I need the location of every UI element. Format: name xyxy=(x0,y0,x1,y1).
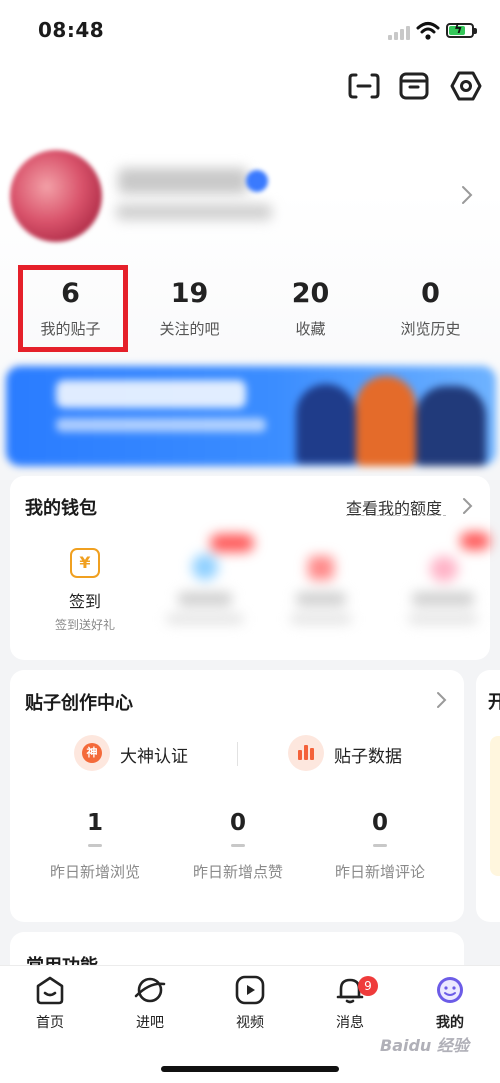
divider xyxy=(237,742,238,766)
wallet-item-checkin[interactable]: ¥ 签到 签到送好礼 xyxy=(30,548,140,633)
stat-label: 浏览历史 xyxy=(400,320,461,338)
tab-home[interactable]: 首页 xyxy=(0,974,100,1032)
video-play-icon xyxy=(235,975,265,1005)
scan-icon[interactable] xyxy=(346,68,382,104)
watermark: Baidu 经验 xyxy=(380,1036,469,1055)
creator-stat-label: 昨日新增点赞 xyxy=(192,863,283,881)
user-info-blurred xyxy=(116,204,272,220)
creator-stat-comments[interactable]: 0 昨日新增评论 xyxy=(309,810,451,882)
stat-value: 20 xyxy=(291,278,330,309)
creator-stat-label: 昨日新增评论 xyxy=(334,863,425,881)
tab-video[interactable]: 视频 xyxy=(200,974,300,1032)
highlight-box xyxy=(18,265,128,352)
chevron-right-icon[interactable] xyxy=(436,691,448,709)
creator-stat-value: 0 xyxy=(371,810,388,836)
bar-chart-icon xyxy=(288,735,324,771)
stat-favorites[interactable]: 20 收藏 xyxy=(248,262,373,339)
creator-stat-label: 昨日新增浏览 xyxy=(49,863,140,881)
wallet-item-blurred[interactable] xyxy=(390,532,490,634)
creator-item-verification[interactable]: 神 大神认证 xyxy=(74,735,224,771)
archive-box-icon[interactable] xyxy=(396,68,432,104)
wallet-item-label: 签到 xyxy=(68,592,101,611)
battery-icon: ϟ xyxy=(446,22,477,38)
profile-chevron-right-icon[interactable] xyxy=(460,184,474,206)
creator-stat-views[interactable]: 1 昨日新增浏览 xyxy=(24,810,166,882)
side-card-title: 开 xyxy=(488,692,500,713)
creator-stat-likes[interactable]: 0 昨日新增点赞 xyxy=(167,810,309,882)
shen-badge-icon: 神 xyxy=(74,735,110,771)
promo-banner[interactable] xyxy=(6,366,496,466)
message-count-badge: 9 xyxy=(358,976,378,996)
creator-item-label: 大神认证 xyxy=(120,747,188,767)
creator-stat-value: 1 xyxy=(86,810,103,836)
smiley-icon xyxy=(437,977,463,1003)
tab-mine[interactable]: 我的 xyxy=(400,974,500,1032)
stat-value: 19 xyxy=(170,278,209,309)
username-blurred xyxy=(118,168,248,194)
creator-stat-value: 0 xyxy=(229,810,246,836)
tab-messages[interactable]: 9 消息 xyxy=(300,974,400,1032)
side-card-partial[interactable]: 开 xyxy=(476,670,500,922)
wifi-icon xyxy=(416,22,440,40)
wallet-item-blurred[interactable] xyxy=(270,548,370,634)
link-underline xyxy=(346,515,446,516)
tab-label: 消息 xyxy=(336,1015,364,1031)
tab-label: 进吧 xyxy=(136,1015,164,1031)
status-time: 08:48 xyxy=(38,18,105,42)
home-indicator xyxy=(161,1066,339,1072)
cellular-signal-icon xyxy=(388,26,412,40)
home-icon xyxy=(36,976,64,1005)
stat-followed-bars[interactable]: 19 关注的吧 xyxy=(127,262,252,339)
tab-label: 视频 xyxy=(236,1015,264,1031)
planet-icon xyxy=(134,977,166,1003)
chevron-right-icon[interactable] xyxy=(462,497,474,515)
creator-item-post-data[interactable]: 贴子数据 xyxy=(288,735,438,771)
verified-badge-icon xyxy=(246,170,268,192)
avatar[interactable] xyxy=(10,150,102,242)
status-bar: 08:48 ϟ xyxy=(0,0,500,60)
stat-history[interactable]: 0 浏览历史 xyxy=(368,262,493,339)
stat-value: 0 xyxy=(421,278,440,309)
stat-label: 关注的吧 xyxy=(159,320,220,338)
tab-label: 首页 xyxy=(36,1015,64,1031)
tab-explore[interactable]: 进吧 xyxy=(100,974,200,1032)
settings-icon[interactable] xyxy=(448,68,484,104)
wallet-item-blurred[interactable] xyxy=(150,534,260,634)
wallet-item-sublabel: 签到送好礼 xyxy=(54,618,115,632)
yuan-coin-icon: ¥ xyxy=(70,548,100,578)
tab-label: 我的 xyxy=(436,1015,464,1031)
wallet-title: 我的钱包 xyxy=(25,498,97,519)
creator-item-label: 贴子数据 xyxy=(334,747,402,767)
creator-center-title: 贴子创作中心 xyxy=(25,693,133,714)
stat-label: 收藏 xyxy=(295,320,326,338)
